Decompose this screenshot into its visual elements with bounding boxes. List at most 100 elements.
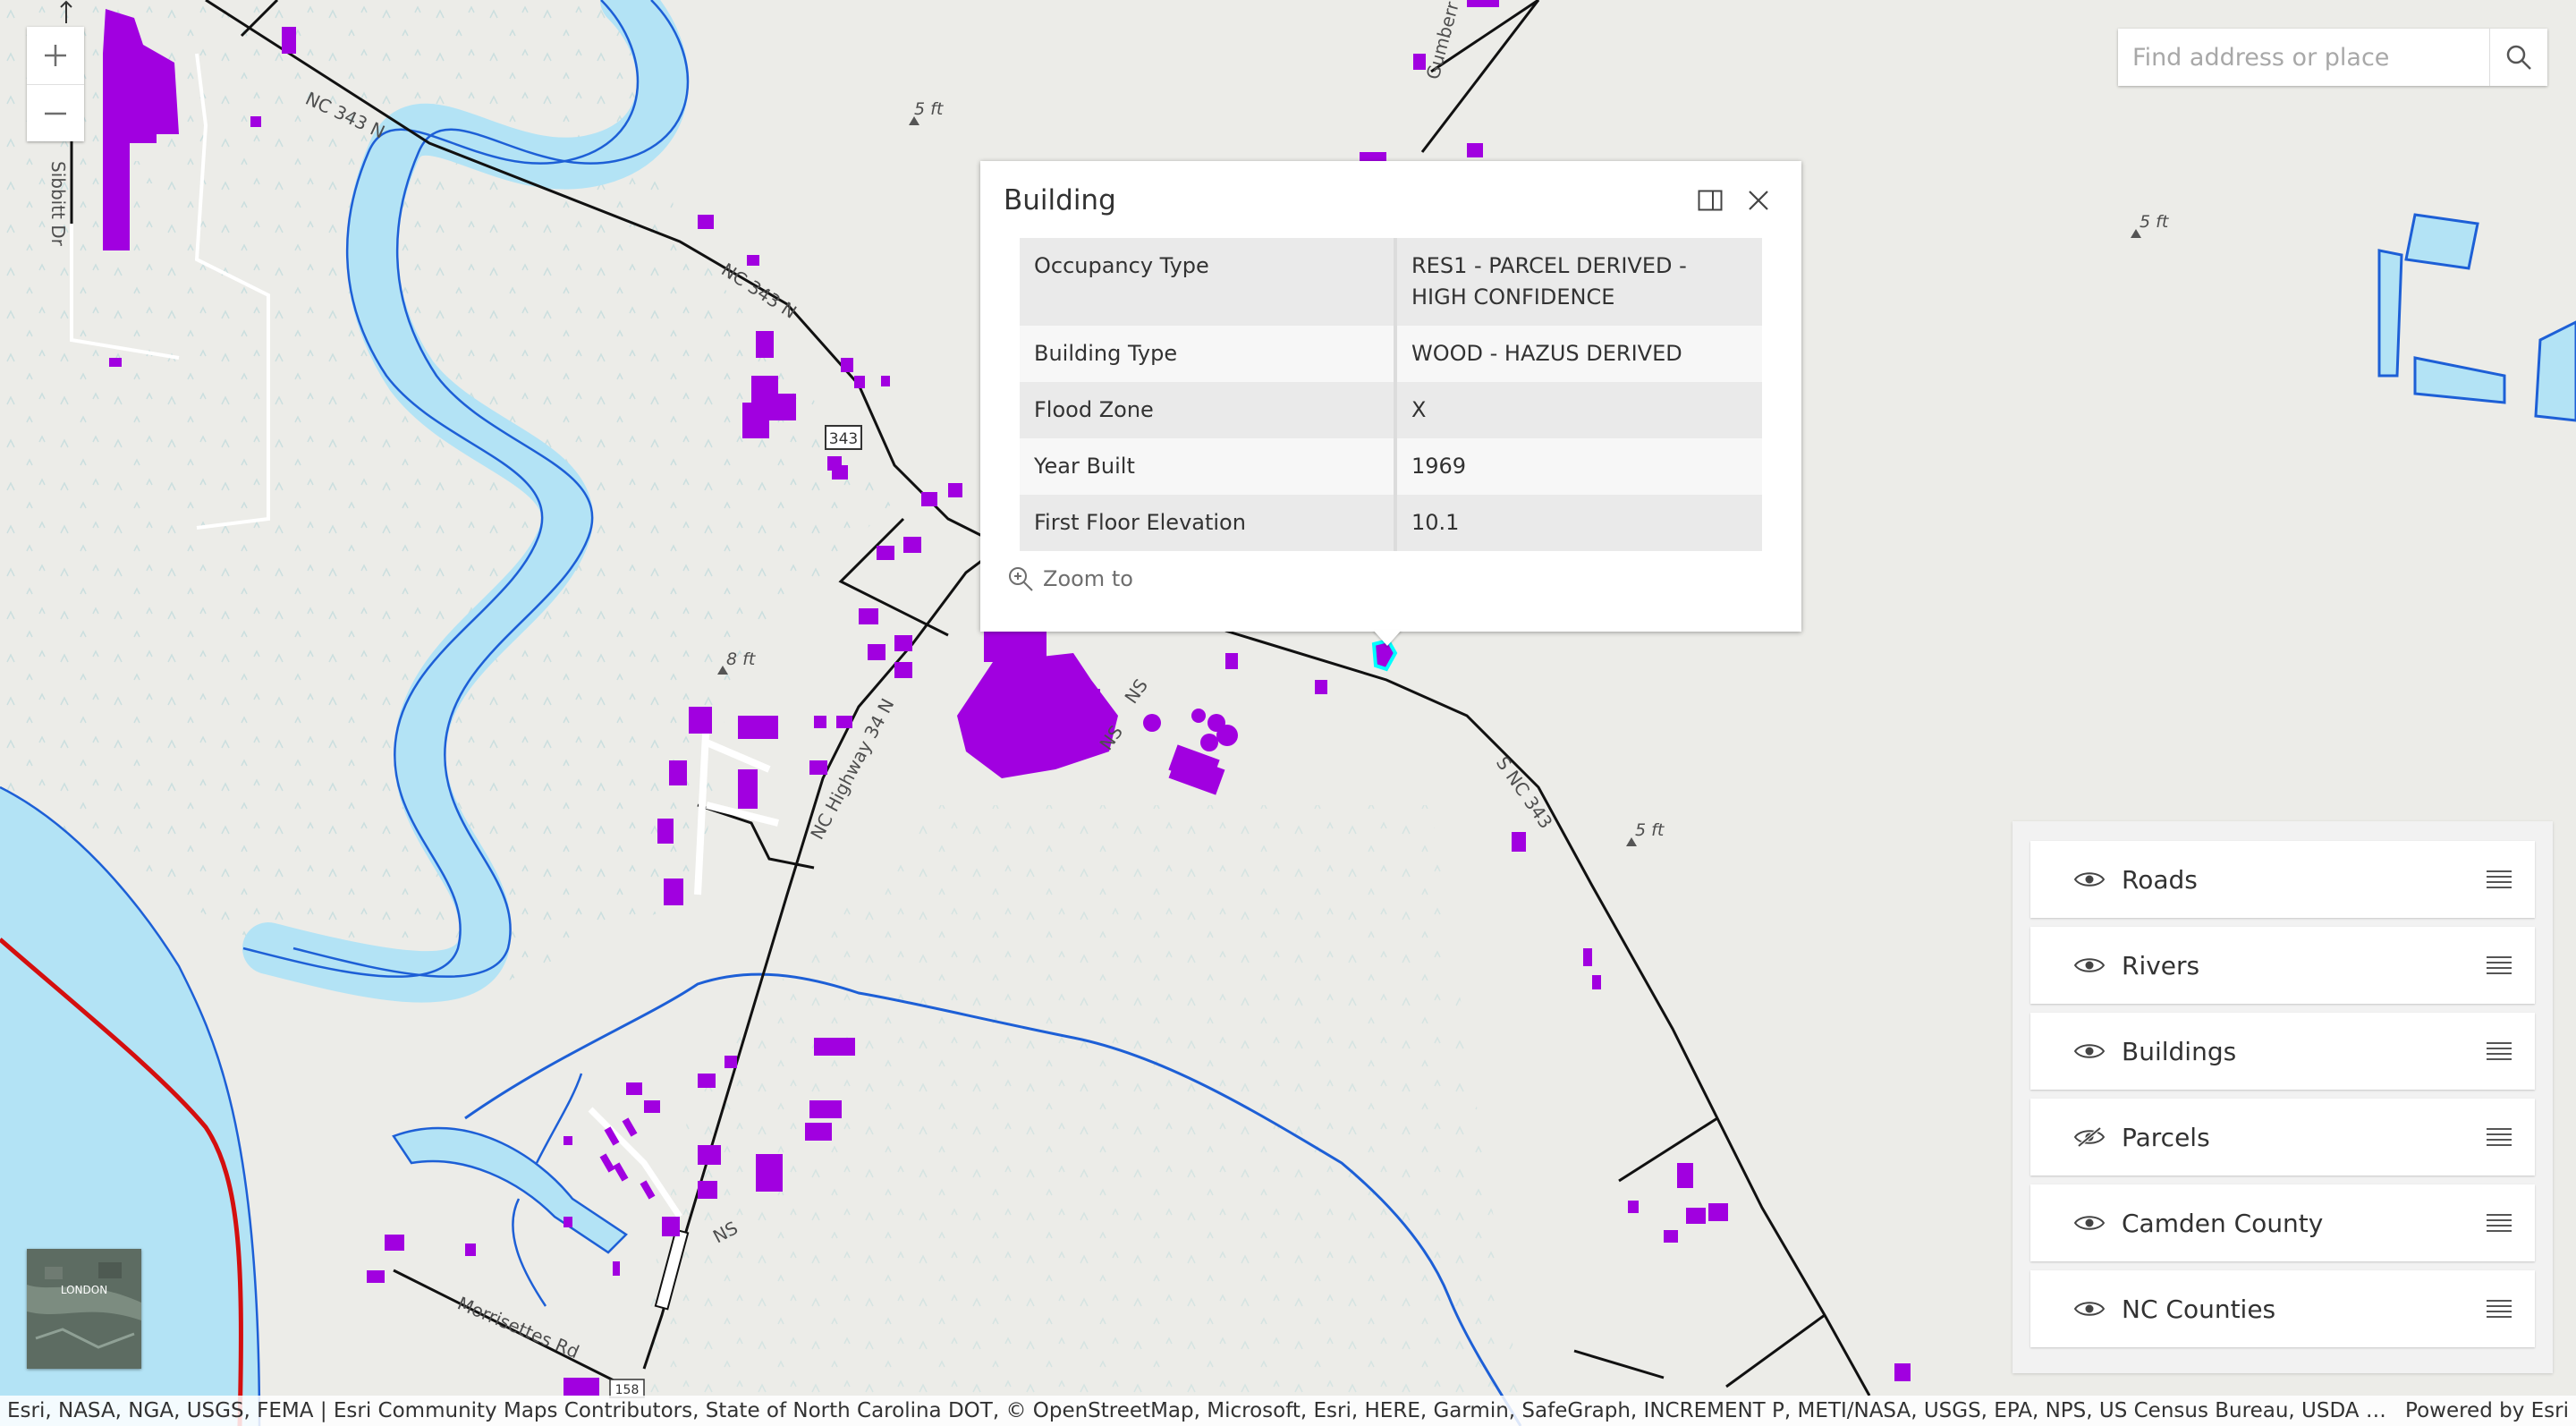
attribute-value: RES1 - PARCEL DERIVED - HIGH CONFIDENCE — [1395, 238, 1762, 326]
building — [1677, 1163, 1693, 1188]
popup-title: Building — [1004, 184, 1116, 216]
menu-icon[interactable] — [2485, 955, 2513, 976]
menu-icon[interactable] — [2485, 1298, 2513, 1320]
attribute-table: Occupancy Type RES1 - PARCEL DERIVED - H… — [1020, 238, 1762, 551]
building — [465, 1244, 476, 1256]
elevation-label: 5 ft — [914, 99, 945, 119]
attribute-value: WOOD - HAZUS DERIVED — [1395, 326, 1762, 382]
building — [747, 255, 759, 266]
layer-item-roads[interactable]: Roads — [2030, 841, 2535, 918]
zoom-controls — [27, 27, 84, 141]
menu-icon[interactable] — [2485, 1212, 2513, 1234]
table-row: Year Built 1969 — [1020, 438, 1762, 495]
tank — [1143, 714, 1161, 732]
building — [1512, 832, 1526, 852]
building — [657, 819, 674, 844]
building — [564, 1217, 572, 1227]
menu-icon[interactable] — [2485, 1040, 2513, 1062]
attribution-text[interactable]: Esri, NASA, NGA, USGS, FEMA | Esri Commu… — [7, 1396, 2386, 1426]
layer-name: Camden County — [2122, 1208, 2324, 1238]
building — [921, 492, 937, 506]
search-widget — [2118, 29, 2547, 86]
building — [868, 644, 886, 660]
zoom-out-button[interactable] — [27, 84, 84, 142]
building — [859, 608, 878, 624]
building — [698, 1074, 716, 1088]
building — [1686, 1208, 1706, 1224]
building — [984, 626, 1046, 662]
elevation-label: 8 ft — [726, 649, 757, 669]
building — [724, 1056, 737, 1068]
building — [756, 331, 774, 358]
layer-name: Rivers — [2122, 950, 2200, 980]
building — [769, 394, 796, 420]
layer-item-rivers[interactable]: Rivers — [2030, 927, 2535, 1004]
elevation-label: 5 ft — [1635, 820, 1665, 840]
attribute-key: Flood Zone — [1020, 382, 1397, 438]
building — [109, 358, 122, 367]
eye-icon[interactable] — [2073, 1212, 2106, 1234]
dock-button[interactable] — [1692, 182, 1728, 218]
layer-item-camden-county[interactable]: Camden County — [2030, 1184, 2535, 1261]
building — [367, 1270, 385, 1283]
elevation-label: 5 ft — [2140, 212, 2170, 232]
basemap-toggle[interactable]: LONDON — [27, 1249, 141, 1369]
building — [698, 1145, 721, 1165]
building — [1592, 975, 1601, 989]
layer-name: Buildings — [2122, 1036, 2237, 1066]
eye-icon[interactable] — [2073, 955, 2106, 976]
table-row: Building Type WOOD - HAZUS DERIVED — [1020, 326, 1762, 382]
building — [698, 215, 714, 229]
eye-icon[interactable] — [2073, 1298, 2106, 1320]
building — [1225, 653, 1238, 669]
building — [836, 716, 852, 728]
layer-item-nc-counties[interactable]: NC Counties — [2030, 1270, 2535, 1347]
eye-icon[interactable] — [2073, 1040, 2106, 1062]
search-input[interactable] — [2118, 29, 2489, 86]
building — [1628, 1201, 1639, 1213]
building — [894, 635, 912, 651]
building — [1073, 689, 1100, 725]
attribute-value: 10.1 — [1395, 495, 1762, 551]
menu-icon[interactable] — [2485, 869, 2513, 890]
zoom-in-icon — [1009, 567, 1033, 591]
table-row: Occupancy Type RES1 - PARCEL DERIVED - H… — [1020, 238, 1762, 326]
building — [827, 456, 842, 471]
building — [689, 707, 712, 734]
building — [742, 403, 769, 438]
attribute-value: 1969 — [1395, 438, 1762, 495]
search-button[interactable] — [2489, 29, 2547, 86]
building — [814, 716, 826, 728]
building — [877, 546, 894, 560]
building — [756, 1154, 783, 1192]
building — [626, 1082, 642, 1095]
zoom-to-action[interactable]: Zoom to — [1007, 565, 1133, 592]
layer-item-parcels[interactable]: Parcels — [2030, 1099, 2535, 1176]
building — [854, 376, 865, 388]
tank — [1191, 709, 1206, 723]
eye-off-icon[interactable] — [2073, 1126, 2106, 1148]
layer-list-panel: Roads Rivers Buildings Parcels Camden Co… — [2012, 821, 2553, 1373]
powered-by-esri[interactable]: Powered by Esri — [2405, 1396, 2569, 1426]
building — [1894, 1363, 1911, 1381]
building — [948, 483, 962, 497]
route-shield-158: 158 — [609, 1379, 645, 1398]
feature-popup: Building Occupancy Type RES1 - PARCEL DE… — [980, 161, 1801, 632]
menu-icon[interactable] — [2485, 1126, 2513, 1148]
building — [1583, 948, 1592, 966]
zoom-in-button[interactable] — [27, 27, 84, 84]
building — [664, 879, 683, 905]
building-gap — [130, 183, 157, 201]
building — [644, 1100, 660, 1113]
compass-icon[interactable] — [55, 0, 77, 29]
building — [564, 1136, 572, 1145]
eye-icon[interactable] — [2073, 869, 2106, 890]
attribute-key: Year Built — [1020, 438, 1397, 495]
search-icon — [2506, 45, 2531, 70]
dock-icon — [1698, 190, 1723, 211]
table-row: Flood Zone X — [1020, 382, 1762, 438]
layer-item-buildings[interactable]: Buildings — [2030, 1013, 2535, 1090]
basemap-label: LONDON — [61, 1284, 107, 1296]
building — [814, 1038, 855, 1056]
close-button[interactable] — [1741, 182, 1776, 218]
